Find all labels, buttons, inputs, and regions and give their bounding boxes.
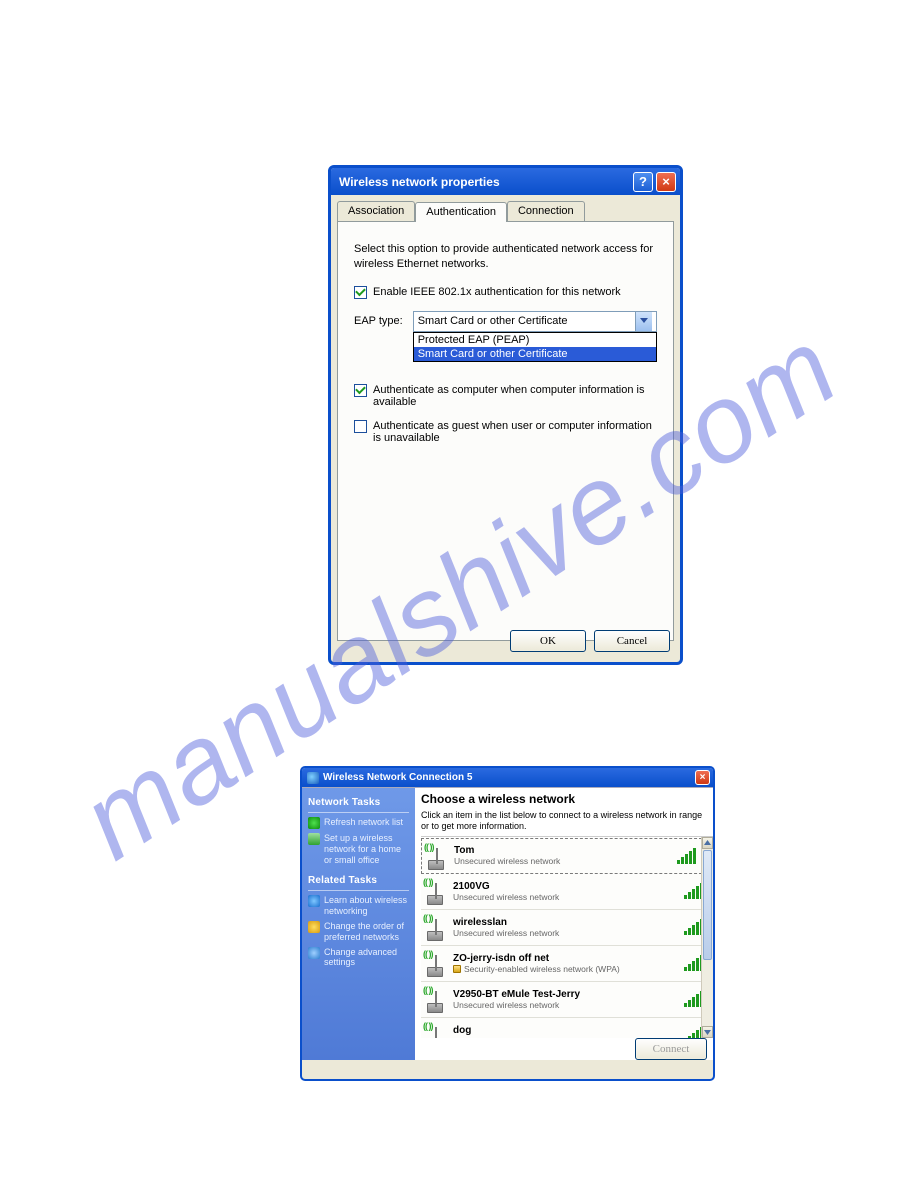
network-item[interactable]: Tom Unsecured wireless network — [421, 838, 707, 874]
enable-8021x-label: Enable IEEE 802.1x authentication for th… — [373, 286, 621, 298]
signal-strength-icon — [677, 848, 696, 864]
task-sidebar: Network Tasks Refresh network list Set u… — [302, 788, 415, 1060]
related-tasks-header: Related Tasks — [308, 875, 409, 886]
dialog-title: Wireless network properties — [339, 175, 500, 189]
network-security: Unsecured wireless network — [453, 1036, 678, 1038]
auth-as-computer-label: Authenticate as computer when computer i… — [373, 384, 657, 408]
eap-type-label: EAP type: — [354, 315, 403, 327]
star-icon — [308, 921, 320, 933]
antenna-icon — [423, 913, 447, 941]
network-security: Security-enabled wireless network (WPA) — [464, 964, 620, 974]
lock-icon — [453, 965, 461, 973]
auth-as-guest-checkbox[interactable] — [354, 420, 367, 433]
network-name: V2950-BT eMule Test-Jerry — [453, 989, 678, 1000]
setup-label: Set up a wireless network for a home or … — [324, 833, 409, 865]
eap-type-combobox[interactable]: Smart Card or other Certificate Protecte… — [413, 311, 657, 332]
tab-association[interactable]: Association — [337, 201, 415, 221]
chevron-down-icon[interactable] — [635, 312, 652, 331]
network-security: Unsecured wireless network — [454, 856, 671, 866]
antenna-icon — [423, 1021, 447, 1038]
change-advanced-link[interactable]: Change advanced settings — [308, 947, 409, 969]
tab-authentication[interactable]: Authentication — [415, 202, 507, 222]
network-security: Unsecured wireless network — [453, 1000, 678, 1010]
network-item[interactable]: ZO-jerry-isdn off net Security-enabled w… — [421, 946, 713, 982]
choose-network-instructions: Click an item in the list below to conne… — [421, 810, 707, 832]
network-tasks-header: Network Tasks — [308, 797, 409, 808]
network-name: dog — [453, 1025, 678, 1036]
antenna-icon — [423, 985, 447, 1013]
wireless-properties-dialog: Wireless network properties ? × Associat… — [328, 165, 683, 665]
learn-label: Learn about wireless networking — [324, 895, 409, 917]
info-icon — [308, 895, 320, 907]
refresh-label: Refresh network list — [324, 817, 403, 828]
tab-panel-authentication: Select this option to provide authentica… — [337, 221, 674, 641]
eap-option-smartcard[interactable]: Smart Card or other Certificate — [414, 347, 656, 361]
gear-icon — [308, 947, 320, 959]
network-security: Unsecured wireless network — [453, 928, 678, 938]
refresh-icon — [308, 817, 320, 829]
choose-network-heading: Choose a wireless network — [421, 792, 713, 806]
eap-type-selected: Smart Card or other Certificate — [418, 315, 568, 327]
eap-option-peap[interactable]: Protected EAP (PEAP) — [414, 333, 656, 347]
change-order-label: Change the order of preferred networks — [324, 921, 409, 943]
network-item[interactable]: 2100VG Unsecured wireless network — [421, 874, 713, 910]
network-name: Tom — [454, 845, 671, 856]
wireless-icon — [307, 772, 319, 784]
antenna-icon — [424, 842, 448, 870]
close-button[interactable]: × — [695, 770, 710, 785]
scroll-down-button[interactable] — [702, 1026, 713, 1038]
connect-button[interactable]: Connect — [635, 1038, 707, 1060]
network-list: Tom Unsecured wireless network 2100VG Un… — [421, 836, 713, 1038]
help-button[interactable]: ? — [633, 172, 653, 192]
setup-icon — [308, 833, 320, 845]
antenna-icon — [423, 949, 447, 977]
setup-wireless-link[interactable]: Set up a wireless network for a home or … — [308, 833, 409, 865]
network-item[interactable]: dog Unsecured wireless network — [421, 1018, 713, 1038]
change-order-link[interactable]: Change the order of preferred networks — [308, 921, 409, 943]
ok-button[interactable]: OK — [510, 630, 586, 652]
network-security: Unsecured wireless network — [453, 892, 678, 902]
scroll-thumb[interactable] — [703, 850, 712, 960]
cancel-button[interactable]: Cancel — [594, 630, 670, 652]
auth-as-computer-checkbox[interactable] — [354, 384, 367, 397]
antenna-icon — [423, 877, 447, 905]
tab-connection[interactable]: Connection — [507, 201, 585, 221]
network-name: wirelesslan — [453, 917, 678, 928]
dialog-title: Wireless Network Connection 5 — [323, 772, 472, 783]
network-name: 2100VG — [453, 881, 678, 892]
auth-as-guest-label: Authenticate as guest when user or compu… — [373, 420, 657, 444]
intro-text: Select this option to provide authentica… — [354, 242, 657, 272]
titlebar[interactable]: Wireless Network Connection 5 × — [302, 768, 713, 787]
eap-type-dropdown[interactable]: Protected EAP (PEAP) Smart Card or other… — [413, 332, 657, 362]
titlebar[interactable]: Wireless network properties ? × — [331, 168, 680, 195]
change-advanced-label: Change advanced settings — [324, 947, 409, 969]
network-item[interactable]: V2950-BT eMule Test-Jerry Unsecured wire… — [421, 982, 713, 1018]
scrollbar[interactable] — [701, 837, 713, 1038]
enable-8021x-checkbox[interactable] — [354, 286, 367, 299]
tab-bar: Association Authentication Connection — [337, 201, 674, 221]
wireless-connection-dialog: Wireless Network Connection 5 × Network … — [300, 766, 715, 1081]
network-name: ZO-jerry-isdn off net — [453, 953, 678, 964]
network-item[interactable]: wirelesslan Unsecured wireless network — [421, 910, 713, 946]
scroll-up-button[interactable] — [702, 837, 713, 849]
close-button[interactable]: × — [656, 172, 676, 192]
refresh-network-list-link[interactable]: Refresh network list — [308, 817, 409, 829]
learn-wireless-link[interactable]: Learn about wireless networking — [308, 895, 409, 917]
